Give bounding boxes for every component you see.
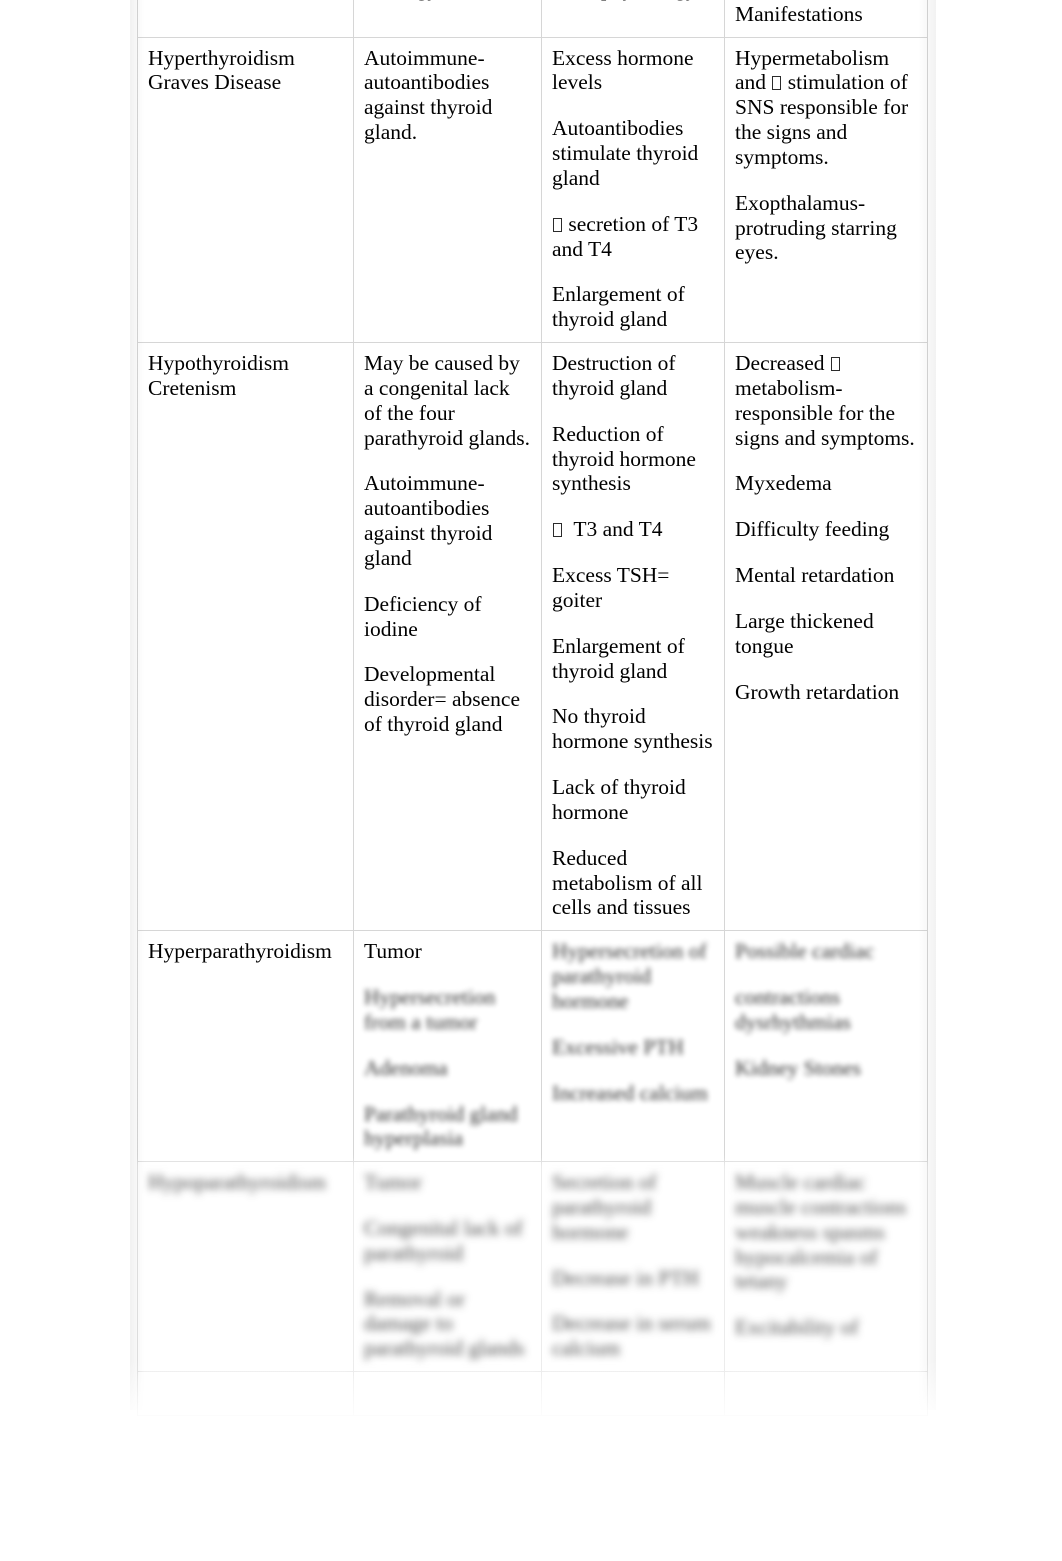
- pathophysiology-item: Reduction of thyroid hormone synthesis: [552, 421, 696, 496]
- clinical-manifestation-item: Decreased metabolism-responsible for the…: [735, 351, 915, 450]
- cell-condition: Hyperthyroidism Graves Disease: [137, 36, 354, 344]
- cell-condition: Hyperparathyroidism: [137, 930, 354, 1163]
- etiology-item: Autoimmune-autoantibodies against thyroi…: [364, 45, 493, 145]
- obscured-line: Hypoparathyroidism: [148, 1170, 326, 1195]
- pathophysiology-item: No thyroid hormone synthesis: [552, 704, 713, 754]
- obscured-line: Hypersecretion of parathyroid hormone: [552, 939, 707, 1013]
- obscured-line: Secretion of parathyroid hormone: [552, 1170, 657, 1244]
- condition-name: Hyperthyroidism Graves Disease: [148, 45, 295, 95]
- cell-clinical-manifestations: Possible cardiac contractions dysrhythmi…: [724, 930, 928, 1163]
- pathophysiology-item: secretion of T3 and T4: [552, 211, 699, 261]
- obscured-text-block: Hypersecretion from a tumor Adenoma Para…: [364, 985, 531, 1151]
- clinical-manifestation-item: Large thickened tongue: [735, 608, 874, 658]
- obscured-line: Excessive PTH: [552, 1034, 684, 1059]
- cell-pathophysiology: Excess hormone levels Autoantibodies sti…: [541, 36, 725, 344]
- down-arrow-missing-glyph-icon: [553, 523, 562, 538]
- clinical-manifestation-item: Growth retardation: [735, 679, 900, 704]
- obscured-line: Tumor: [364, 1170, 422, 1195]
- obscured-text-block: Hypersecretion of parathyroid hormone Ex…: [552, 939, 714, 1105]
- header-label-clinical-manifestations: Clinical Manifestations: [735, 0, 863, 26]
- header-cell-condition: Condition: [137, 0, 354, 38]
- obscured-line: contractions dysrhythmias: [735, 985, 851, 1034]
- cell-condition: Hypothyroidism Cretenism: [137, 342, 354, 932]
- cell-clinical-manifestations: [724, 1371, 928, 1416]
- table-row: Hypoparathyroidism Tumor Congenital lack…: [137, 1161, 928, 1373]
- obscured-line: Possible cardiac: [735, 939, 875, 964]
- obscured-line: Parathyroid gland hyperplasia: [364, 1101, 518, 1151]
- pathophysiology-item: Enlargement of thyroid gland: [552, 282, 685, 332]
- cell-condition: Hypoparathyroidism: [137, 1161, 354, 1373]
- condition-name: Hyperparathyroidism: [148, 939, 332, 964]
- obscured-line: [364, 1380, 531, 1405]
- header-label-pathophysiology: Pathophysiology: [552, 0, 714, 2]
- pathophysiology-item: Lack of thyroid hormone: [552, 775, 686, 824]
- cell-pathophysiology: Hypersecretion of parathyroid hormone Ex…: [541, 930, 725, 1163]
- obscured-line: [148, 1380, 343, 1405]
- condition-name: Hypothyroidism Cretenism: [148, 351, 289, 400]
- etiology-item: Autoimmune-autoantibodies against thyroi…: [364, 471, 493, 570]
- obscured-line: [552, 1380, 714, 1405]
- pathophysiology-item: Destruction of thyroid gland: [552, 351, 676, 400]
- cell-clinical-manifestations: Decreased metabolism-responsible for the…: [724, 342, 928, 932]
- table-row: [137, 1371, 928, 1416]
- cell-etiology: Tumor Hypersecretion from a tumor Adenom…: [353, 930, 542, 1163]
- cell-pathophysiology: Secretion of parathyroid hormone Decreas…: [541, 1161, 725, 1373]
- obscured-line: Adenoma: [364, 1055, 448, 1080]
- table-row: Hyperparathyroidism Tumor Hypersecretion…: [137, 930, 928, 1163]
- pathophysiology-item: Autoantibodies stimulate thyroid gland: [552, 116, 699, 190]
- obscured-line: [735, 1380, 917, 1405]
- document-page: Condition Etiology Pathophysiology Clini…: [0, 0, 1062, 1561]
- etiology-item: Developmental disorder= absence of thyro…: [364, 662, 520, 737]
- obscured-line: Increased calcium: [552, 1080, 708, 1105]
- clinical-manifestation-item: Exopthalamus-protruding starring eyes.: [735, 190, 897, 265]
- cell-condition: [137, 1371, 354, 1416]
- etiology-item: Deficiency of iodine: [364, 591, 482, 641]
- pathophysiology-item: T3 and T4: [552, 517, 714, 542]
- pathophysiology-item: Excess hormone levels: [552, 45, 694, 95]
- pathophysiology-item: Reduced metabolism of all cells and tiss…: [552, 845, 703, 920]
- obscured-line: Congenital lack of parathyroid: [364, 1215, 523, 1265]
- table-header-row: Condition Etiology Pathophysiology Clini…: [137, 0, 928, 38]
- pathophysiology-item: Enlargement of thyroid gland: [552, 633, 685, 683]
- etiology-item: May be caused by a congenital lack of th…: [364, 351, 530, 450]
- header-label-condition: Condition: [148, 0, 343, 2]
- obscured-line: Excitability of: [735, 1315, 859, 1340]
- clinical-manifestation-item: Myxedema: [735, 471, 832, 496]
- down-arrow-missing-glyph-icon: [830, 357, 840, 372]
- condition-comparison-table: Condition Etiology Pathophysiology Clini…: [137, 0, 928, 1416]
- cell-etiology: May be caused by a congenital lack of th…: [353, 342, 542, 932]
- header-label-etiology: Etiology: [364, 0, 531, 2]
- cell-clinical-manifestations: Muscle cardiac muscle contractions weakn…: [724, 1161, 928, 1373]
- clinical-manifestation-item: Difficulty feeding: [735, 517, 890, 542]
- clinical-manifestation-item: Mental retardation: [735, 563, 895, 588]
- obscured-line: Removal or damage to parathyroid glands: [364, 1286, 525, 1361]
- header-cell-pathophysiology: Pathophysiology: [541, 0, 725, 38]
- table-row: Hyperthyroidism Graves Disease Autoimmun…: [137, 36, 928, 344]
- cell-etiology: Autoimmune-autoantibodies against thyroi…: [353, 36, 542, 344]
- cell-clinical-manifestations: Hypermetabolism and stimulation of SNS r…: [724, 36, 928, 344]
- obscured-text-block: Possible cardiac contractions dysrhythmi…: [735, 939, 917, 1080]
- cell-pathophysiology: [541, 1371, 725, 1416]
- up-arrow-missing-glyph-icon: [553, 217, 562, 232]
- up-arrow-missing-glyph-icon: [772, 76, 782, 91]
- header-cell-clinical-manifestations: Clinical Manifestations: [724, 0, 928, 38]
- cell-etiology: Tumor Congenital lack of parathyroid Rem…: [353, 1161, 542, 1373]
- cell-etiology: [353, 1371, 542, 1416]
- obscured-line: Hypersecretion from a tumor: [364, 985, 496, 1034]
- clinical-manifestation-item: Hypermetabolism and stimulation of SNS r…: [735, 45, 909, 169]
- obscured-line: Decrease in serum calcium: [552, 1311, 711, 1361]
- etiology-item: Tumor: [364, 939, 422, 964]
- obscured-line: Decrease in PTH: [552, 1265, 699, 1290]
- obscured-line: Muscle cardiac muscle contractions weakn…: [735, 1170, 907, 1294]
- cell-pathophysiology: Destruction of thyroid gland Reduction o…: [541, 342, 725, 932]
- header-cell-etiology: Etiology: [353, 0, 542, 38]
- obscured-line: Kidney Stones: [735, 1055, 862, 1080]
- pathophysiology-item: Excess TSH= goiter: [552, 563, 670, 612]
- table-row: Hypothyroidism Cretenism May be caused b…: [137, 342, 928, 932]
